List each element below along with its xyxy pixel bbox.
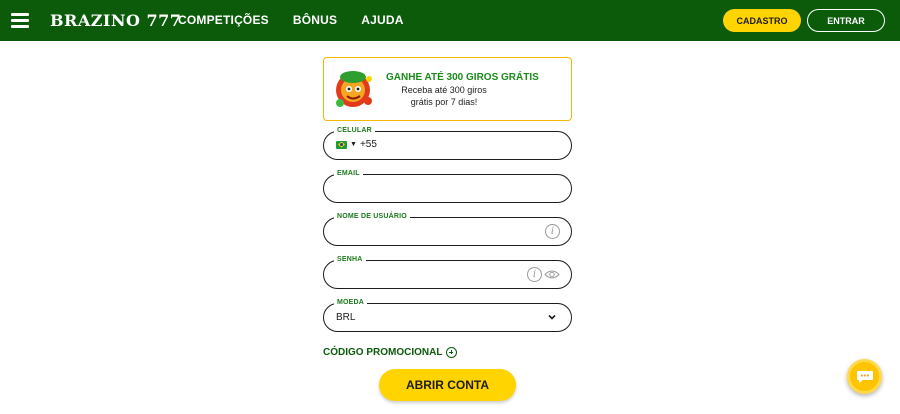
nav-item-bonus[interactable]: BÔNUS <box>293 13 337 27</box>
email-label: EMAIL <box>334 169 363 179</box>
main-nav: COMPETIÇÕES BÔNUS AJUDA <box>178 13 404 27</box>
password-input[interactable] <box>336 266 536 283</box>
signup-button[interactable]: CADASTRO <box>723 9 801 32</box>
open-account-button[interactable]: ABRIR CONTA <box>379 369 516 401</box>
brazil-flag-icon <box>336 140 347 149</box>
top-navigation-bar: BRAZINO 777 COMPETIÇÕES BÔNUS AJUDA CADA… <box>0 0 900 41</box>
currency-value: BRL <box>336 312 356 323</box>
email-input[interactable] <box>336 180 536 197</box>
brand-logo[interactable]: BRAZINO 777 <box>50 11 181 30</box>
chat-button[interactable] <box>847 359 882 394</box>
username-label: NOME DE USUÁRIO <box>334 212 410 222</box>
phone-label: CELULAR <box>334 126 375 136</box>
chevron-down-icon: ▼ <box>350 141 357 148</box>
password-label: SENHA <box>334 255 366 265</box>
username-input[interactable] <box>336 223 536 240</box>
info-icon[interactable]: i <box>545 224 560 239</box>
promo-code-label: CÓDIGO PROMOCIONAL <box>323 347 443 358</box>
currency-label: MOEDA <box>334 298 368 308</box>
nav-item-ajuda[interactable]: AJUDA <box>361 13 403 27</box>
chevron-down-icon[interactable] <box>547 312 557 322</box>
email-field[interactable]: EMAIL <box>323 169 572 203</box>
promo-code-toggle[interactable]: CÓDIGO PROMOCIONAL <box>323 347 458 358</box>
nav-item-competicoes[interactable]: COMPETIÇÕES <box>178 13 269 27</box>
password-field[interactable]: SENHA i <box>323 255 572 289</box>
menu-icon[interactable] <box>11 13 29 28</box>
bonus-banner: GANHE ATÉ 300 GIROS GRÁTIS Receba até 30… <box>323 57 572 121</box>
slot-character-icon <box>336 71 372 107</box>
currency-select[interactable]: MOEDA BRL <box>323 298 572 332</box>
bonus-title: GANHE ATÉ 300 GIROS GRÁTIS <box>386 72 539 83</box>
bonus-subtitle: Receba até 300 giros grátis por 7 dias! <box>401 85 487 107</box>
chat-bubble-icon <box>856 370 873 383</box>
info-icon[interactable]: i <box>527 267 542 282</box>
username-field[interactable]: NOME DE USUÁRIO i <box>323 212 572 246</box>
phone-input[interactable] <box>362 137 542 154</box>
plus-circle-icon <box>446 347 458 358</box>
login-button[interactable]: ENTRAR <box>807 9 885 32</box>
eye-icon[interactable] <box>544 269 560 280</box>
phone-field[interactable]: CELULAR ▼ +55 <box>323 126 572 160</box>
